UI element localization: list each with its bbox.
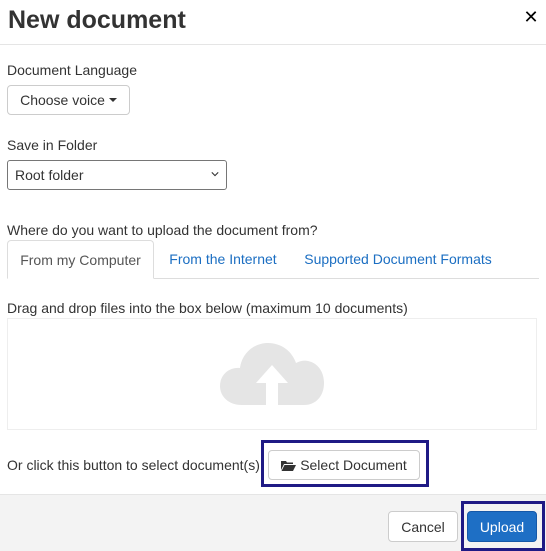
folder-open-icon [281, 460, 297, 471]
dialog-footer: Cancel Upload [0, 494, 546, 551]
tab-label: Supported Document Formats [304, 251, 492, 267]
close-icon[interactable]: ✕ [522, 8, 540, 26]
file-dropzone[interactable] [7, 318, 537, 430]
select-document-label: Select Document [300, 457, 407, 473]
tab-from-the-internet[interactable]: From the Internet [158, 240, 288, 278]
cloud-upload-icon [220, 343, 324, 405]
tab-supported-document-formats[interactable]: Supported Document Formats [295, 240, 501, 278]
upload-source-tabs: From my Computer From the Internet Suppo… [7, 240, 539, 279]
tab-from-my-computer[interactable]: From my Computer [7, 240, 154, 279]
select-document-prompt: Or click this button to select document(… [7, 457, 260, 473]
folder-select[interactable]: Root folder [7, 160, 227, 190]
upload-button[interactable]: Upload [467, 511, 537, 542]
tab-label: From my Computer [20, 251, 141, 268]
document-language-label: Document Language [7, 62, 137, 78]
choose-voice-label: Choose voice [20, 92, 105, 108]
dialog-title: New document [8, 6, 186, 34]
new-document-dialog: New document ✕ Document Language Choose … [0, 0, 546, 551]
select-document-button[interactable]: Select Document [268, 450, 420, 480]
choose-voice-button[interactable]: Choose voice [7, 85, 130, 115]
dropzone-instruction: Drag and drop files into the box below (… [7, 300, 408, 316]
cancel-label: Cancel [401, 518, 445, 535]
dialog-header: New document ✕ [0, 0, 546, 45]
caret-down-icon [108, 98, 117, 102]
upload-label: Upload [479, 518, 525, 535]
tab-label: From the Internet [169, 251, 277, 267]
chevron-down-icon [211, 172, 219, 177]
cancel-button[interactable]: Cancel [388, 511, 458, 542]
upload-source-question: Where do you want to upload the document… [7, 222, 318, 238]
folder-select-value: Root folder [15, 167, 84, 183]
save-in-folder-label: Save in Folder [7, 137, 98, 153]
